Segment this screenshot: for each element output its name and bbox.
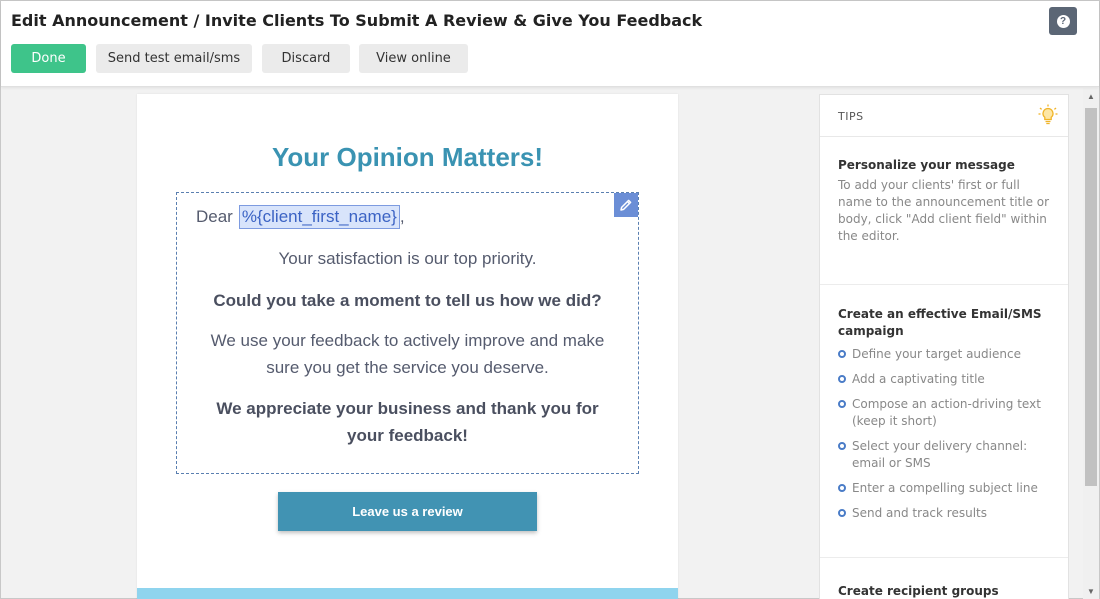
divider bbox=[820, 557, 1068, 558]
bullet-circle-icon bbox=[838, 400, 846, 408]
tip-title: Create recipient groups bbox=[838, 584, 999, 598]
view-online-button[interactable]: View online bbox=[359, 44, 468, 73]
tip-checklist: Define your target audience Add a captiv… bbox=[838, 346, 1053, 522]
pencil-icon bbox=[620, 199, 632, 211]
greeting-line: Dear %{client_first_name} , bbox=[196, 205, 405, 229]
bullet-circle-icon bbox=[838, 442, 846, 450]
page-title: Edit Announcement / Invite Clients To Su… bbox=[11, 11, 703, 30]
greeting-text: Dear bbox=[196, 207, 233, 226]
list-item: Add a captivating title bbox=[838, 371, 1053, 388]
header-bar: Edit Announcement / Invite Clients To Su… bbox=[1, 1, 1099, 87]
edit-pencil-button[interactable] bbox=[614, 193, 638, 217]
list-item-text: Add a captivating title bbox=[852, 372, 985, 386]
tips-title: TIPS bbox=[838, 110, 864, 123]
email-title[interactable]: Your Opinion Matters! bbox=[137, 142, 678, 173]
greeting-comma: , bbox=[399, 207, 405, 226]
tip-personalize: Personalize your message To add your cli… bbox=[838, 157, 1053, 245]
paragraph-satisfaction: Your satisfaction is our top priority. bbox=[278, 249, 537, 268]
paragraph-feedback: We use your feedback to actively improve… bbox=[210, 331, 605, 377]
list-item: Select your delivery channel: email or S… bbox=[838, 438, 1053, 472]
scrollbar-thumb[interactable] bbox=[1085, 108, 1097, 486]
vertical-scrollbar[interactable]: ▲ ▼ bbox=[1083, 88, 1099, 599]
lightbulb-icon bbox=[1038, 104, 1058, 125]
list-item: Enter a compelling subject line bbox=[838, 480, 1053, 497]
tip-campaign: Create an effective Email/SMS campaign D… bbox=[838, 306, 1053, 530]
email-canvas: Your Opinion Matters! Dear %{client_firs… bbox=[137, 94, 678, 599]
bullet-circle-icon bbox=[838, 350, 846, 358]
footer-strip bbox=[137, 588, 678, 599]
tip-title: Create an effective Email/SMS campaign bbox=[838, 307, 1042, 338]
paragraph-thanks: We appreciate your business and thank yo… bbox=[216, 399, 599, 445]
tips-header: TIPS bbox=[820, 95, 1068, 137]
list-item-text: Define your target audience bbox=[852, 347, 1021, 361]
done-button[interactable]: Done bbox=[11, 44, 86, 73]
editable-text-block[interactable]: Dear %{client_first_name} , Your satisfa… bbox=[176, 192, 639, 474]
paragraph-question: Could you take a moment to tell us how w… bbox=[213, 291, 602, 310]
tips-panel: TIPS Personalize your message To add you… bbox=[819, 94, 1069, 599]
bullet-circle-icon bbox=[838, 509, 846, 517]
tip-recipient-groups: Create recipient groups bbox=[838, 583, 1053, 599]
list-item-text: Enter a compelling subject line bbox=[852, 481, 1038, 495]
bullet-circle-icon bbox=[838, 375, 846, 383]
list-item-text: Send and track results bbox=[852, 506, 987, 520]
list-item-text: Compose an action-driving text (keep it … bbox=[852, 397, 1041, 428]
list-item-text: Select your delivery channel: email or S… bbox=[852, 439, 1028, 470]
help-button[interactable]: ? bbox=[1049, 7, 1077, 35]
discard-button[interactable]: Discard bbox=[262, 44, 350, 73]
tip-text: To add your clients' first or full name … bbox=[838, 178, 1050, 243]
bullet-circle-icon bbox=[838, 484, 846, 492]
question-icon: ? bbox=[1056, 14, 1070, 28]
leave-review-button[interactable]: Leave us a review bbox=[278, 492, 537, 531]
list-item: Define your target audience bbox=[838, 346, 1053, 363]
list-item: Send and track results bbox=[838, 505, 1053, 522]
tip-title: Personalize your message bbox=[838, 158, 1015, 172]
scroll-up-icon[interactable]: ▲ bbox=[1083, 88, 1099, 104]
list-item: Compose an action-driving text (keep it … bbox=[838, 396, 1053, 430]
send-test-button[interactable]: Send test email/sms bbox=[96, 44, 252, 73]
client-first-name-field[interactable]: %{client_first_name} bbox=[238, 205, 400, 229]
scroll-down-icon[interactable]: ▼ bbox=[1083, 583, 1099, 599]
divider bbox=[820, 284, 1068, 285]
